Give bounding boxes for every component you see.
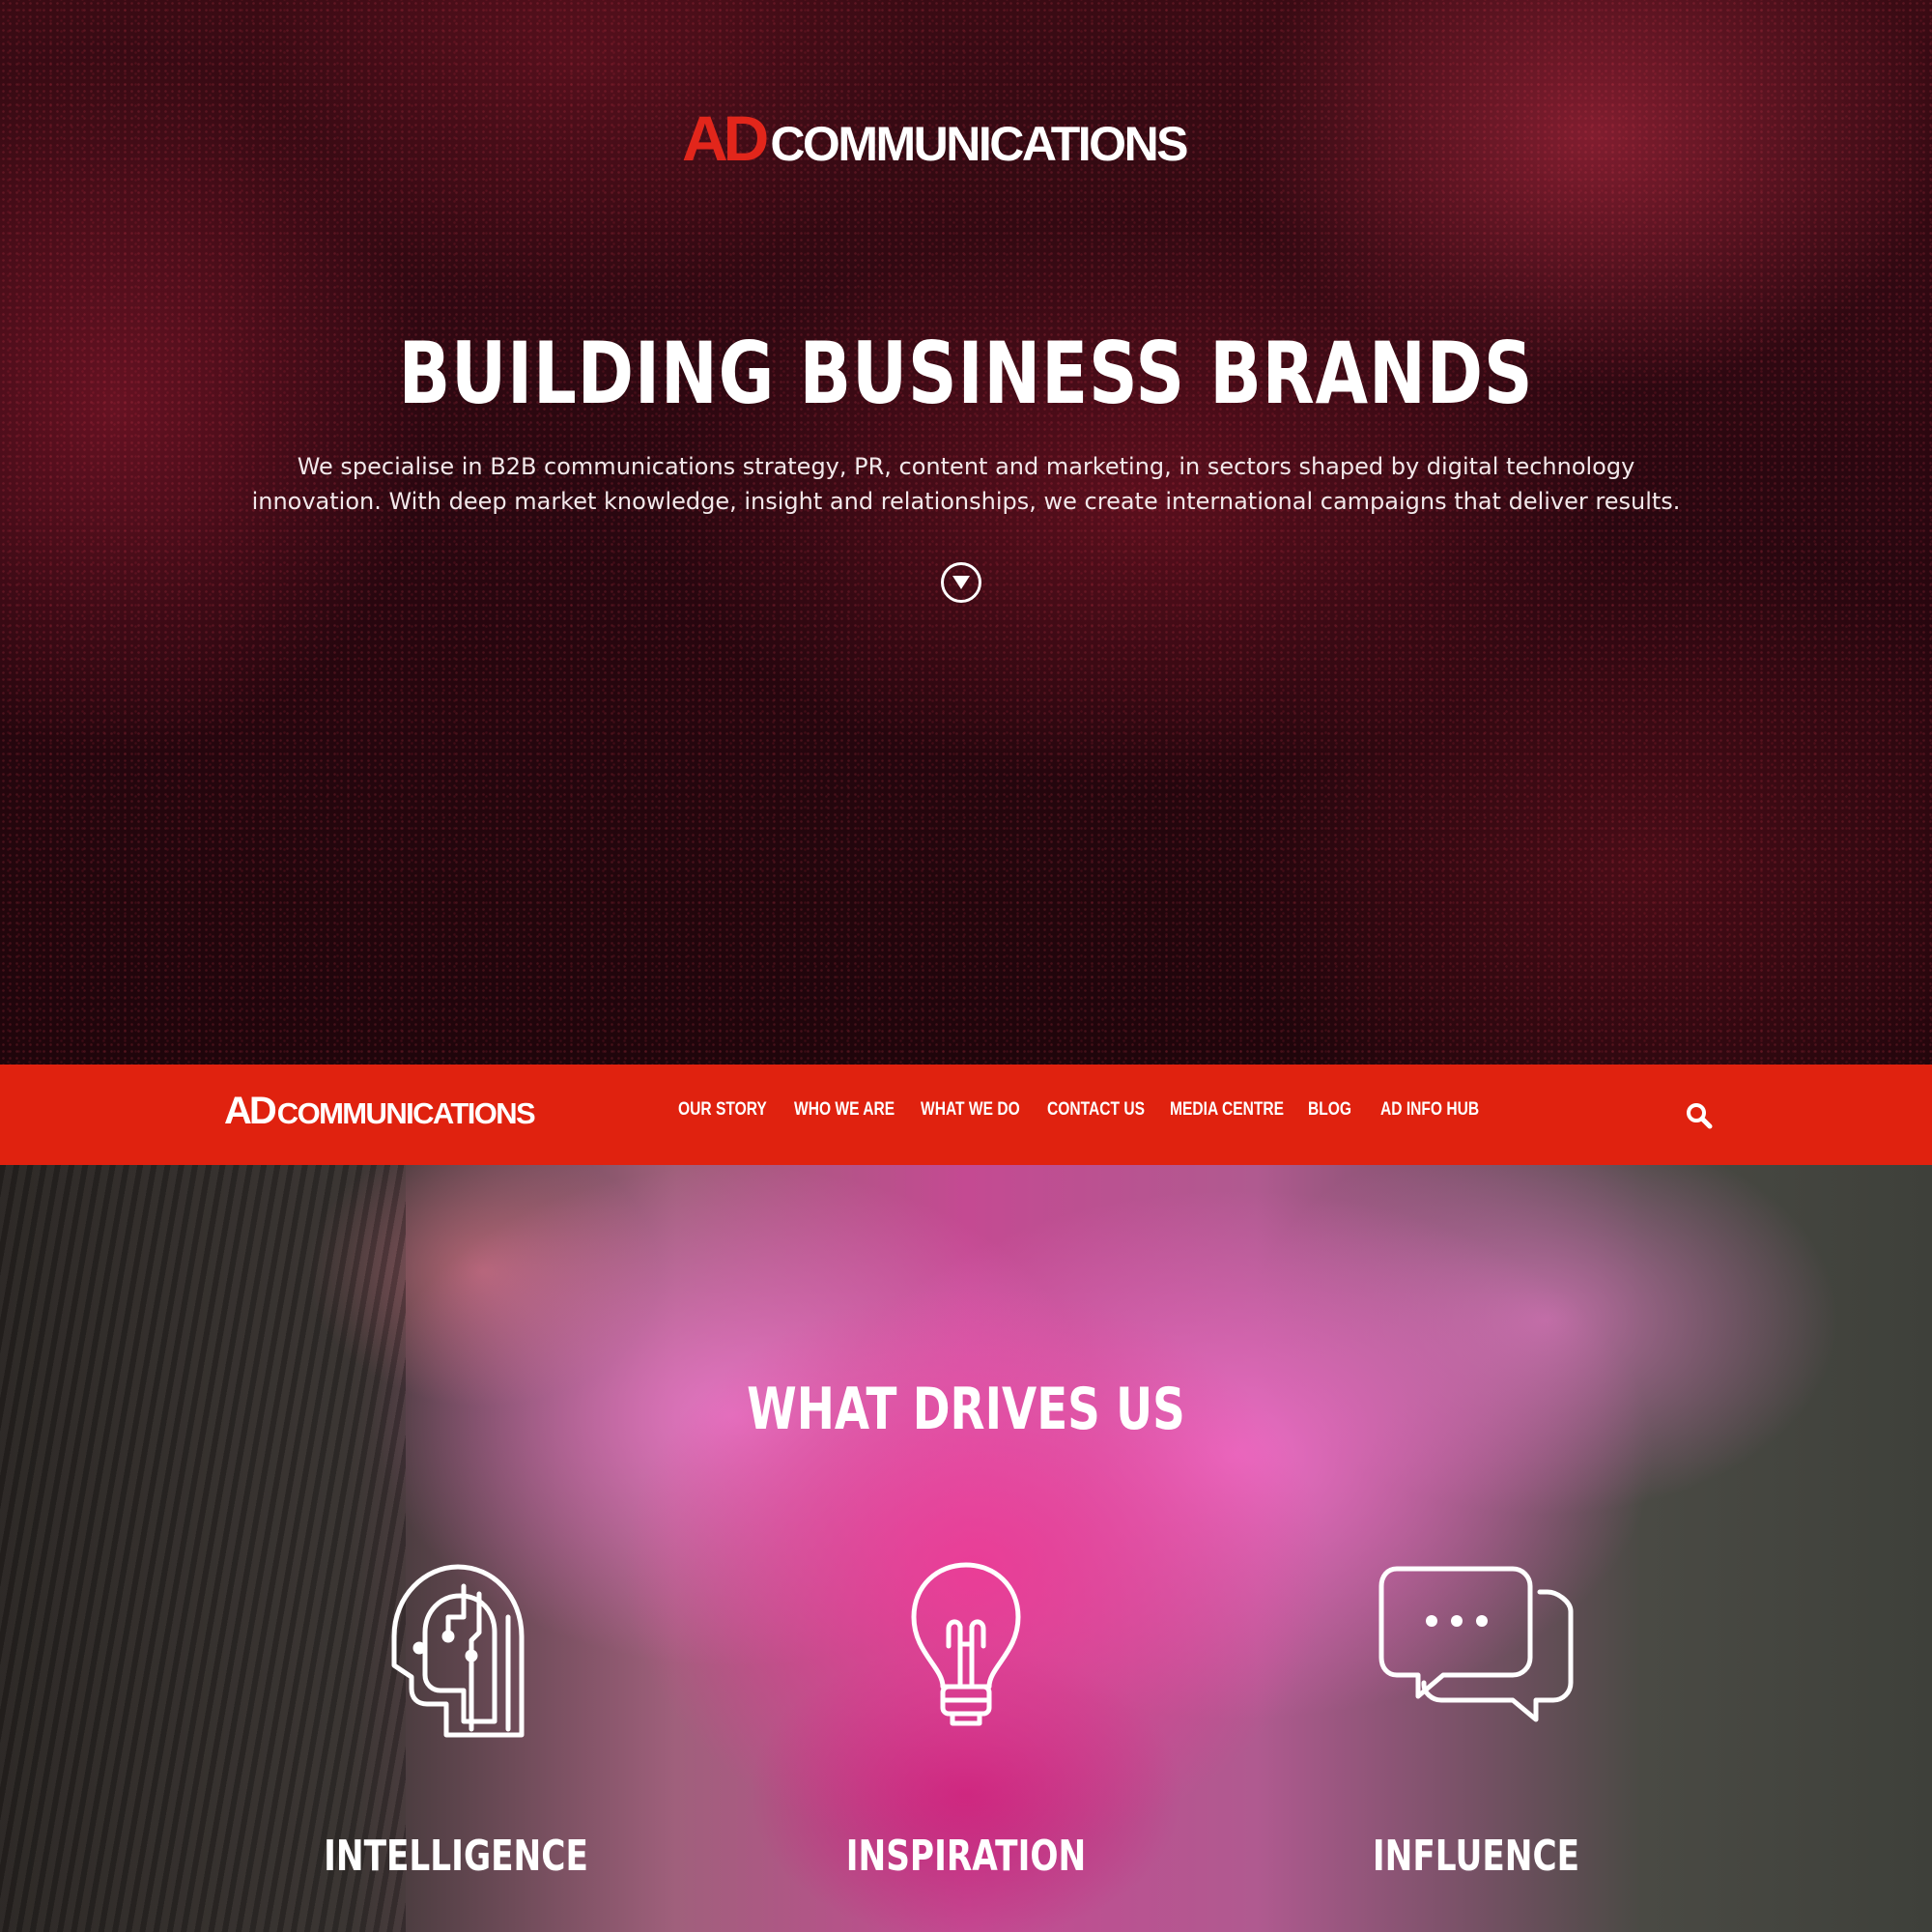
main-navigation: AD COMMUNICATIONS OUR STORY WHO WE ARE W…: [0, 1065, 1932, 1165]
nav-logo-ad-mark: AD: [224, 1090, 277, 1132]
nav-item-our-story[interactable]: OUR STORY: [678, 1099, 767, 1121]
nav-item-contact-us[interactable]: CONTACT US: [1047, 1099, 1145, 1121]
search-icon: [1687, 1103, 1713, 1129]
pillar-label-influence: INFLUENCE: [1372, 1832, 1580, 1881]
chat-bubbles-icon: [1378, 1566, 1574, 1722]
hero-title: BUILDING BUSINESS BRANDS: [398, 324, 1534, 423]
hero-description-line-1: We specialise in B2B communications stra…: [297, 453, 1635, 480]
hero-logo[interactable]: AD COMMUNICATIONS: [682, 101, 1189, 174]
pillar-label-intelligence: INTELLIGENCE: [324, 1832, 588, 1881]
background-photo-hair: [0, 1165, 406, 1932]
head-circuit-icon: [391, 1564, 525, 1738]
hero-description: We specialise in B2B communications stra…: [193, 449, 1739, 519]
hero-description-line-2: innovation. With deep market knowledge, …: [251, 488, 1681, 515]
nav-item-blog[interactable]: BLOG: [1308, 1099, 1351, 1121]
lightbulb-icon: [911, 1562, 1021, 1726]
scroll-down-button[interactable]: [941, 562, 981, 603]
section-title: WHAT DRIVES US: [747, 1376, 1185, 1443]
nav-item-what-we-do[interactable]: WHAT WE DO: [921, 1099, 1020, 1121]
nav-item-who-we-are[interactable]: WHO WE ARE: [794, 1099, 895, 1121]
what-drives-us-section: WHAT DRIVES US INTELLIGENCE INSPIRATION …: [0, 1165, 1932, 1932]
nav-item-ad-info-hub[interactable]: AD INFO HUB: [1380, 1099, 1479, 1121]
pillar-label-inspiration: INSPIRATION: [845, 1832, 1087, 1881]
logo-ad-mark: AD: [682, 102, 769, 174]
nav-item-media-centre[interactable]: MEDIA CENTRE: [1170, 1099, 1284, 1121]
hero-section: AD COMMUNICATIONS BUILDING BUSINESS BRAN…: [0, 0, 1932, 1065]
search-button[interactable]: [1685, 1101, 1714, 1130]
chevron-down-circle-icon: [952, 576, 970, 589]
logo-wordmark: COMMUNICATIONS: [770, 117, 1188, 171]
nav-logo[interactable]: AD COMMUNICATIONS: [224, 1090, 536, 1133]
nav-logo-wordmark: COMMUNICATIONS: [276, 1096, 536, 1130]
